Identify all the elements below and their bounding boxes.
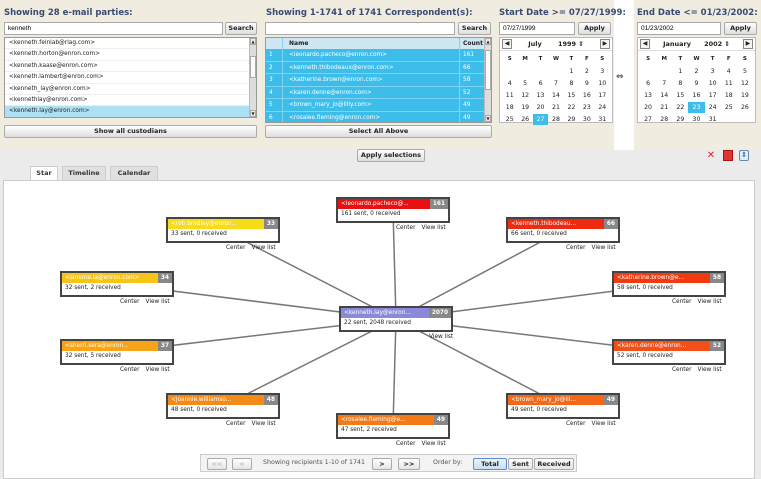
correspondent-node[interactable]: <sherri.sera@enron... 37 32 sent, 5 receiv…: [60, 339, 174, 365]
node-count: 58: [709, 273, 724, 283]
node-count: 161: [429, 199, 448, 209]
correspondent-node[interactable]: <brown_mary_jo@lil... 49 49 sent, 0 receiv…: [506, 393, 620, 419]
node-links: Center View list: [220, 245, 276, 251]
node-count: 66: [603, 219, 618, 229]
node-stats: 32 sent, 2 received: [65, 285, 121, 291]
graph-edge: [392, 318, 397, 427]
node-header: <leonardo.pacheco@... 161: [338, 199, 448, 209]
node-count: 33: [263, 219, 278, 229]
view-list-link[interactable]: View list: [252, 245, 276, 251]
node-links: Center View list: [220, 421, 276, 427]
correspondent-node[interactable]: <rosalee.fleming@e... 49 47 sent, 2 receiv…: [336, 413, 450, 439]
view-list-link[interactable]: View list: [146, 367, 170, 373]
node-header: <karen.denne@enron... 52: [614, 341, 724, 351]
node-stats: 32 sent, 5 received: [65, 353, 121, 359]
center-link[interactable]: Center: [672, 299, 692, 305]
node-stats: 47 sent, 2 received: [341, 427, 397, 433]
view-list-link[interactable]: View list: [429, 334, 453, 340]
node-count: 48: [263, 395, 278, 405]
first-page-button[interactable]: <<: [207, 458, 227, 470]
node-name: <sherri.sera@enron...: [65, 343, 129, 349]
node-count: 34: [157, 273, 172, 283]
node-header: <kenneth.lay@enron... 2070: [341, 308, 451, 318]
node-links: Center View list: [114, 299, 170, 305]
node-count: 49: [433, 415, 448, 425]
node-stats: 48 sent, 0 received: [171, 407, 227, 413]
node-stats: 22 sent, 2048 received: [344, 320, 411, 326]
node-stats: 58 sent, 0 received: [617, 285, 673, 291]
order-total-button[interactable]: Total: [473, 458, 507, 470]
center-link[interactable]: Center: [226, 421, 246, 427]
node-links: Center View list: [666, 299, 722, 305]
correspondent-node[interactable]: <joannie.williamso... 48 48 sent, 0 receiv…: [166, 393, 280, 419]
node-name: <kenneth.thibodeau...: [511, 221, 577, 227]
node-count: 2070: [428, 308, 451, 318]
node-links: Center View list: [666, 367, 722, 373]
correspondent-node[interactable]: <karen.denne@enron... 52 52 sent, 0 receiv…: [612, 339, 726, 365]
node-stats: 33 sent, 0 received: [171, 231, 227, 237]
order-received-button[interactable]: Received: [534, 458, 574, 470]
node-links: Center View list: [560, 421, 616, 427]
center-link[interactable]: Center: [672, 367, 692, 373]
node-name: <simone.la@enron.com>: [65, 275, 140, 281]
node-count: 49: [603, 395, 618, 405]
node-name: <karen.denne@enron...: [617, 343, 687, 349]
node-links: View list: [423, 334, 453, 340]
pagination-status: Showing recipients 1-10 of 1741: [263, 459, 366, 466]
node-name: <kenneth.lay@enron...: [344, 310, 411, 316]
graph-edges: [116, 209, 670, 427]
view-list-link[interactable]: View list: [698, 299, 722, 305]
order-sent-button[interactable]: Sent: [508, 458, 533, 470]
last-page-button[interactable]: >>: [398, 458, 420, 470]
node-header: <katherine.brown@e... 58: [614, 273, 724, 283]
prev-page-button[interactable]: <: [232, 458, 252, 470]
node-header: <simone.la@enron.com> 34: [62, 273, 172, 283]
correspondent-node[interactable]: <simone.la@enron.com> 34 32 sent, 2 receiv…: [60, 271, 174, 297]
node-links: Center View list: [390, 441, 446, 447]
center-link[interactable]: Center: [566, 245, 586, 251]
node-header: <brown_mary_jo@lil... 49: [508, 395, 618, 405]
correspondent-node[interactable]: <katherine.brown@e... 58 58 sent, 0 receiv…: [612, 271, 726, 297]
node-header: <sherri.sera@enron... 37: [62, 341, 172, 351]
center-link[interactable]: Center: [120, 299, 140, 305]
center-link[interactable]: Center: [566, 421, 586, 427]
node-stats: 66 sent, 0 received: [511, 231, 567, 237]
node-count: 52: [709, 341, 724, 351]
node-header: <kenneth.thibodeau... 66: [508, 219, 618, 229]
correspondent-node[interactable]: <kenneth.thibodeau... 66 66 sent, 0 receiv…: [506, 217, 620, 243]
order-by-label: Order by:: [433, 459, 463, 466]
center-link[interactable]: Center: [226, 245, 246, 251]
node-stats: 52 sent, 0 received: [617, 353, 673, 359]
view-list-link[interactable]: View list: [422, 441, 446, 447]
node-links: Center View list: [390, 225, 446, 231]
node-name: <joannie.williamso...: [171, 397, 232, 403]
correspondent-node[interactable]: <leonardo.pacheco@... 161 161 sent, 0 rece…: [336, 197, 450, 223]
node-header: <joannie.williamso... 48: [168, 395, 278, 405]
view-list-link[interactable]: View list: [698, 367, 722, 373]
center-link[interactable]: Center: [120, 367, 140, 373]
node-header: <rob.bradley@enron... 33: [168, 219, 278, 229]
node-stats: 49 sent, 0 received: [511, 407, 567, 413]
node-name: <brown_mary_jo@lil...: [511, 397, 576, 403]
node-name: <katherine.brown@e...: [617, 275, 685, 281]
node-name: <rob.bradley@enron...: [171, 221, 238, 227]
node-name: <leonardo.pacheco@...: [341, 201, 409, 207]
pagination-bar: << < Showing recipients 1-10 of 1741 > >…: [200, 454, 577, 472]
node-header: <rosalee.fleming@e... 49: [338, 415, 448, 425]
next-page-button[interactable]: >: [372, 458, 392, 470]
node-count: 37: [157, 341, 172, 351]
view-list-link[interactable]: View list: [592, 421, 616, 427]
view-list-link[interactable]: View list: [252, 421, 276, 427]
center-link[interactable]: Center: [396, 441, 416, 447]
node-links: Center View list: [114, 367, 170, 373]
view-list-link[interactable]: View list: [592, 245, 616, 251]
view-list-link[interactable]: View list: [146, 299, 170, 305]
center-link[interactable]: Center: [396, 225, 416, 231]
node-links: Center View list: [560, 245, 616, 251]
node-name: <rosalee.fleming@e...: [341, 417, 406, 423]
node-stats: 161 sent, 0 received: [341, 211, 401, 217]
correspondent-node[interactable]: <rob.bradley@enron... 33 33 sent, 0 receiv…: [166, 217, 280, 243]
center-node[interactable]: <kenneth.lay@enron... 2070 22 sent, 2048 r…: [339, 306, 453, 332]
view-list-link[interactable]: View list: [422, 225, 446, 231]
